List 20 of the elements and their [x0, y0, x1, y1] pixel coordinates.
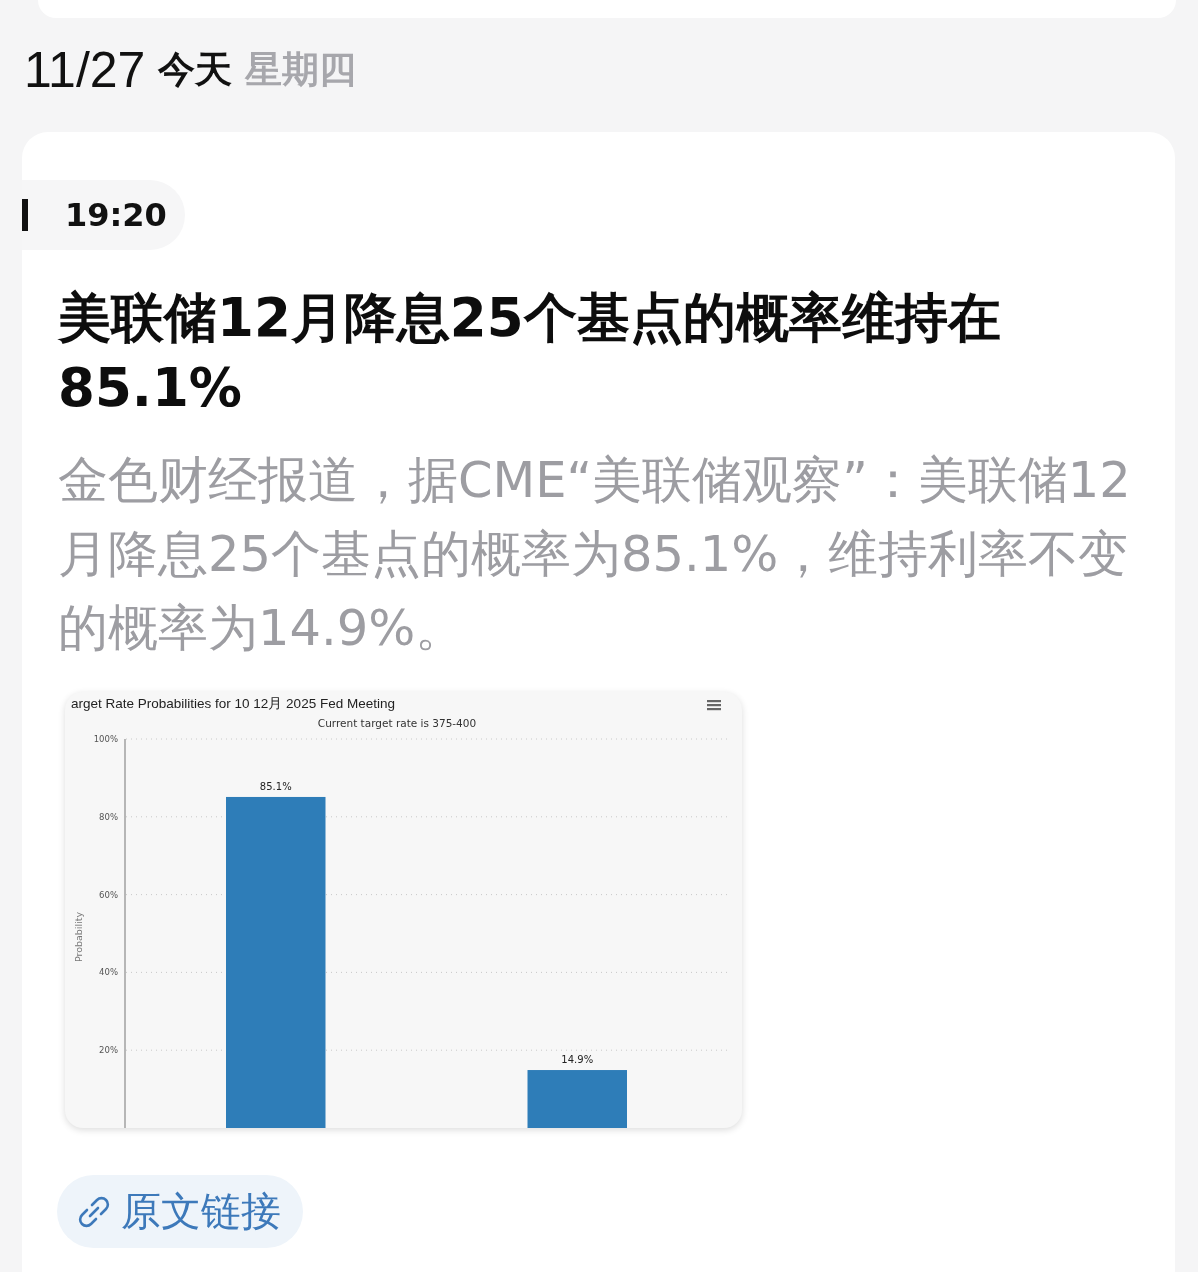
time-text: 19:20 [65, 196, 167, 234]
menu-icon[interactable] [707, 700, 721, 711]
y-tick-label: 20% [99, 1045, 118, 1056]
bar-value-label: 14.9% [561, 1054, 594, 1066]
link-icon [77, 1194, 111, 1229]
chart-title: arget Rate Probabilities for 10 12月 2025 Fed Meeting [71, 696, 395, 711]
chart-subtitle: Current target rate is 375-400 [317, 717, 477, 729]
y-tick-label: 60% [99, 889, 118, 900]
weekday-text: 星期四 [245, 47, 357, 93]
y-axis-title: Probability [73, 911, 84, 963]
y-tick-label: 100% [93, 734, 118, 744]
news-headline: 美联储12月降息25个基点的概率维持在85.1% [58, 286, 1002, 420]
relative-day-text: 今天 [158, 47, 233, 93]
y-tick-label: 40% [99, 967, 118, 978]
source-link-button[interactable]: 原文链接 [57, 1175, 303, 1248]
date-text: 11/27 [24, 41, 146, 99]
bar-value-label: 85.1% [259, 780, 292, 792]
y-tick-label: 80% [99, 811, 118, 822]
news-body-text: 金色财经报道，据CME“美联储观察”：美联储12月降息25个基点的概率为85.1%，维持利率不变的概率为14.9%。 [58, 450, 1132, 659]
bar-marker-icon [22, 199, 28, 231]
